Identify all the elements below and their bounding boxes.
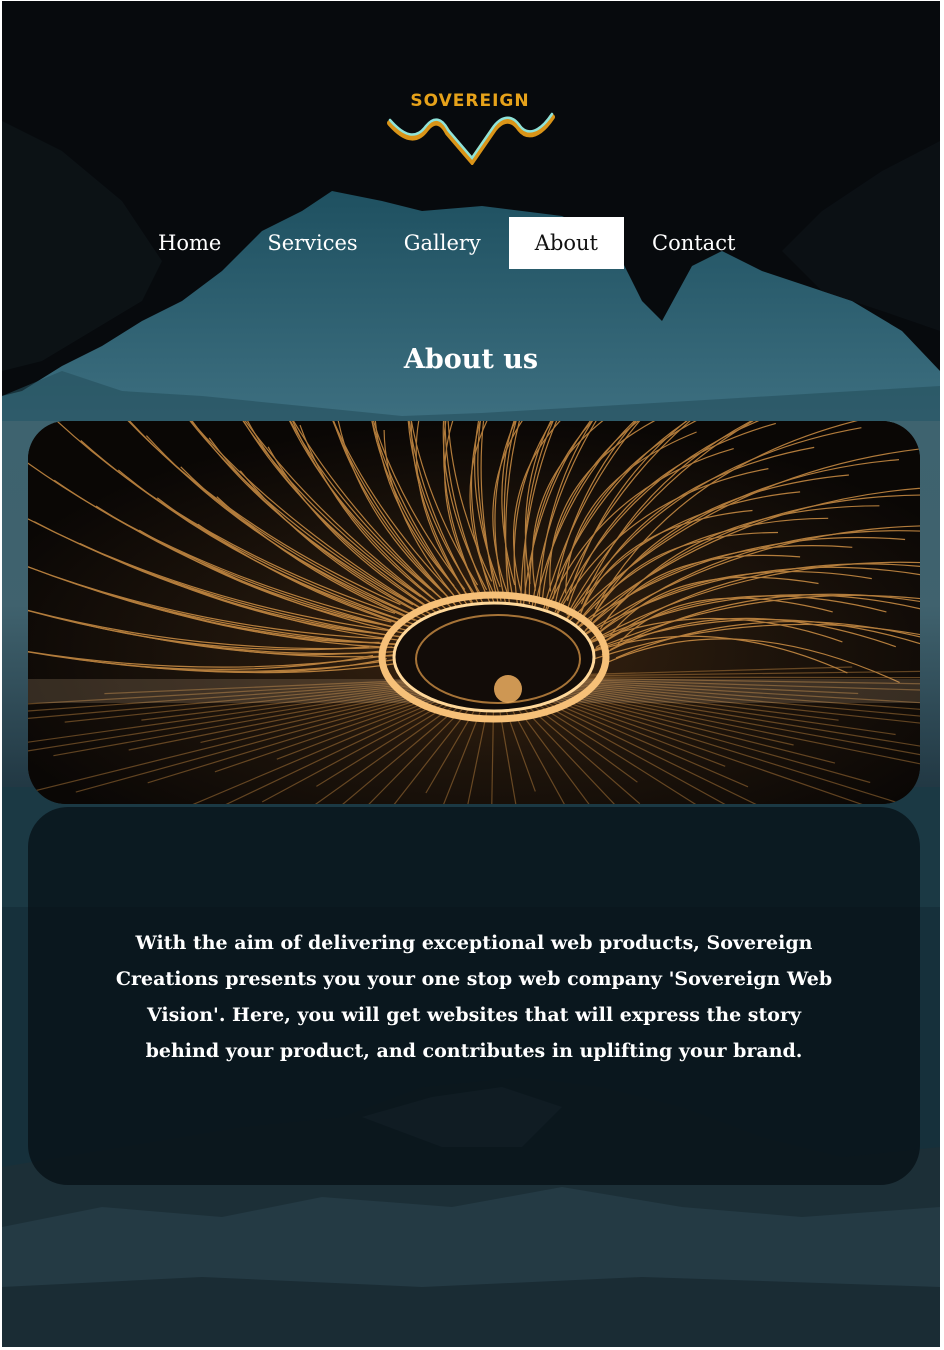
- nav-contact[interactable]: Contact: [634, 217, 753, 269]
- about-description: With the aim of delivering exceptional w…: [115, 932, 833, 1062]
- wave-logo-icon: [387, 112, 555, 165]
- fire-spin-image-icon: [28, 421, 920, 804]
- nav-about[interactable]: About: [508, 217, 624, 269]
- brand-logo[interactable]: SOVEREIGN: [382, 87, 558, 167]
- page: SOVEREIGN Home Services Gallery About Co…: [2, 1, 940, 1347]
- brand-name: SOVEREIGN: [410, 91, 530, 111]
- page-title: About us: [403, 344, 539, 375]
- nav-services[interactable]: Services: [249, 217, 375, 269]
- about-hero-image: [28, 421, 920, 804]
- nav-home[interactable]: Home: [140, 217, 239, 269]
- about-text-card: With the aim of delivering exceptional w…: [28, 807, 920, 1185]
- main-nav: Home Services Gallery About Contact: [140, 217, 763, 269]
- nav-gallery[interactable]: Gallery: [386, 217, 499, 269]
